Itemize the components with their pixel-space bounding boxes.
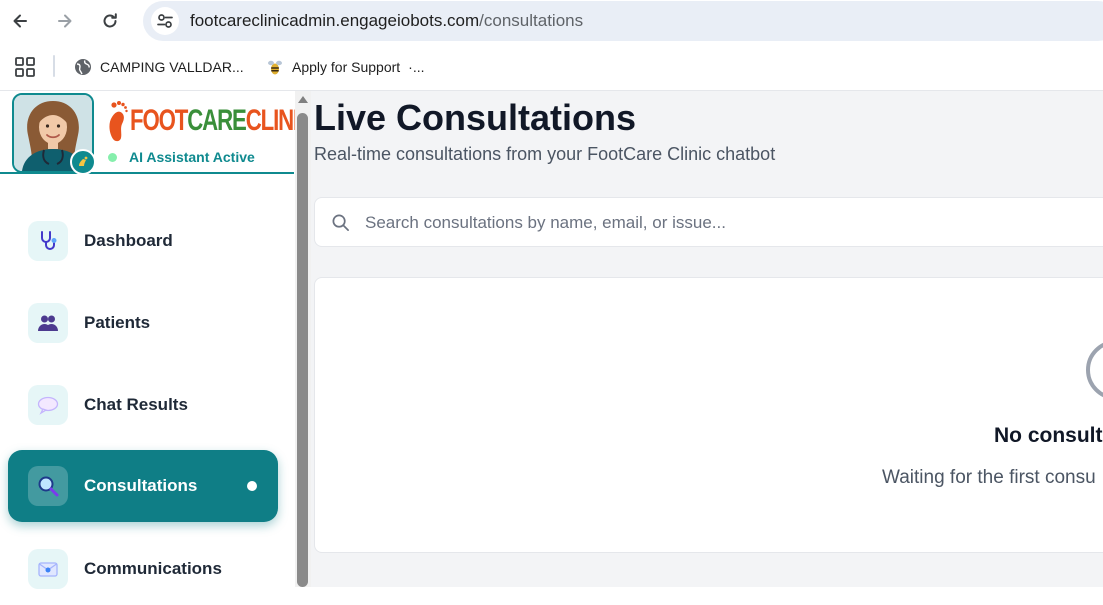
empty-state-title: No consult xyxy=(994,424,1103,447)
status-dot xyxy=(108,152,117,162)
bookmarks-separator xyxy=(53,55,55,77)
sidebar-item-label: Chat Results xyxy=(84,395,188,414)
footprint-icon xyxy=(109,101,128,142)
globe-icon xyxy=(75,59,91,75)
url-text: footcareclinicadmin.engageiobots.com/con… xyxy=(190,11,583,31)
search-box[interactable] xyxy=(314,197,1103,247)
url-path: /consultations xyxy=(479,11,584,30)
sidebar-header: FOOTCARECLINIC AI Assistant Active xyxy=(0,91,314,175)
sidebar-item-consultations[interactable]: Consultations xyxy=(8,450,278,522)
main-content: Live Consultations Real-time consultatio… xyxy=(311,91,1103,587)
consultations-panel: No consult Waiting for the first consu xyxy=(314,277,1103,553)
scroll-up-arrow-icon[interactable] xyxy=(298,96,308,103)
people-icon xyxy=(28,303,68,343)
logo-wordmark: FOOTCARECLINIC xyxy=(130,104,314,138)
sidebar-item-communications[interactable]: Communications xyxy=(8,533,278,605)
arrow-right-icon xyxy=(58,14,72,28)
bookmark-camping[interactable]: CAMPING VALLDAR... xyxy=(74,55,244,79)
sidebar-item-label: Communications xyxy=(84,559,222,578)
bookmarks-bar: CAMPING VALLDAR... Apply for Support ·..… xyxy=(0,42,1103,91)
status-label: AI Assistant Active xyxy=(129,149,255,165)
sidebar-item-label: Consultations xyxy=(84,476,198,495)
loading-spinner-icon xyxy=(1086,340,1103,400)
sidebar: FOOTCARECLINIC AI Assistant Active Dashb… xyxy=(0,91,314,589)
page-title: Live Consultations xyxy=(314,97,637,138)
site-settings-button[interactable] xyxy=(151,7,179,35)
foot-badge-icon xyxy=(79,156,88,166)
forward-button[interactable] xyxy=(49,5,81,37)
speech-bubble-icon xyxy=(28,385,68,425)
stethoscope-icon xyxy=(28,221,68,261)
search-icon xyxy=(332,214,349,231)
bookmark-label: Apply for Support xyxy=(292,59,401,75)
page-subtitle: Real-time consultations from your FootCa… xyxy=(314,144,776,164)
sidebar-scrollbar[interactable] xyxy=(295,91,311,587)
tune-icon xyxy=(157,14,173,28)
apps-grid-icon[interactable] xyxy=(14,56,36,78)
address-bar[interactable]: footcareclinicadmin.engageiobots.com/con… xyxy=(143,1,1103,41)
url-host: footcareclinicadmin.engageiobots.com xyxy=(190,11,480,30)
bookmark-more: ·... xyxy=(408,59,425,75)
magnifier-icon xyxy=(28,466,68,506)
search-input[interactable] xyxy=(365,210,1065,236)
bookmark-apply-support[interactable]: Apply for Support ·... xyxy=(266,55,425,79)
sidebar-item-patients[interactable]: Patients xyxy=(8,287,278,359)
envelope-icon xyxy=(28,549,68,589)
reload-icon xyxy=(103,13,117,28)
reload-button[interactable] xyxy=(94,5,126,37)
browser-toolbar: footcareclinicadmin.engageiobots.com/con… xyxy=(0,0,1103,42)
logo-care: CARE xyxy=(187,104,247,137)
empty-state-text: Waiting for the first consu xyxy=(882,467,1096,488)
logo-foot: FOOT xyxy=(130,104,188,137)
avatar-badge xyxy=(70,149,96,175)
active-indicator xyxy=(247,481,257,491)
arrow-left-icon xyxy=(13,14,27,28)
scroll-thumb[interactable] xyxy=(297,113,308,587)
bookmark-label: CAMPING VALLDAR... xyxy=(100,59,244,75)
back-button[interactable] xyxy=(4,5,36,37)
sidebar-item-label: Patients xyxy=(84,313,151,332)
sidebar-item-label: Dashboard xyxy=(84,231,173,250)
sidebar-item-dashboard[interactable]: Dashboard xyxy=(8,205,278,277)
bee-icon xyxy=(268,60,282,75)
sidebar-item-chat-results[interactable]: Chat Results xyxy=(8,369,278,441)
ai-status: AI Assistant Active xyxy=(108,149,255,165)
